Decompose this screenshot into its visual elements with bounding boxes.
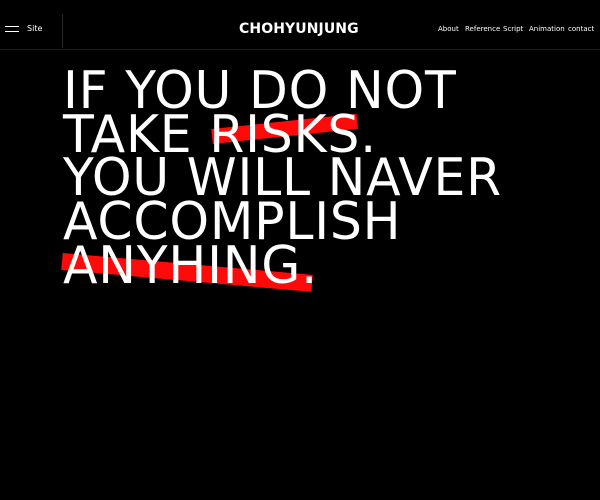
hero-line-5: ANYHING. [63,236,318,296]
hero-quote: IF YOU DO NOT TAKE RISKS. YOU WILL NAVER… [0,0,600,500]
